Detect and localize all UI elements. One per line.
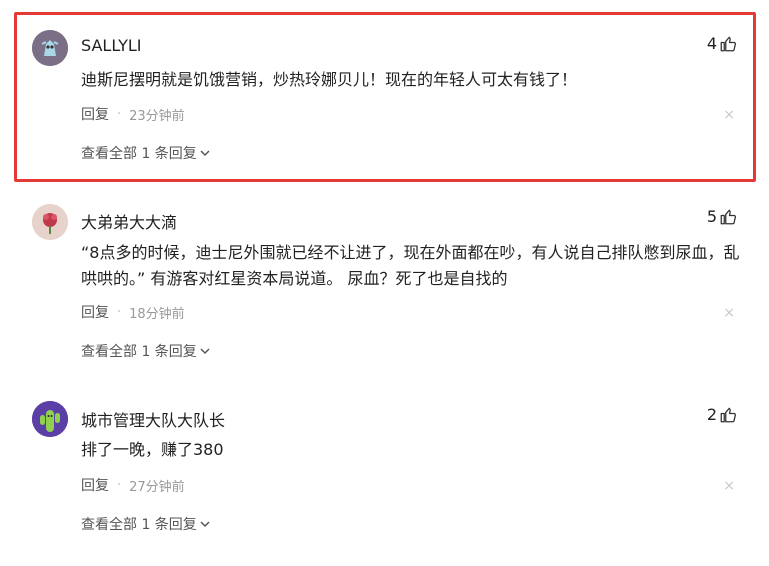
thumbs-up-icon [720,36,737,51]
like-button[interactable]: 5 [707,207,737,226]
comment-text: 迪斯尼摆明就是饥饿营销，炒热玲娜贝儿！现在的年轻人可太有钱了！ [81,70,578,89]
timestamp: 23分钟前 [129,108,185,124]
view-all-label: 查看全部 1 条回复 [81,517,197,533]
username[interactable]: 城市管理大队大队长 [81,407,225,431]
reply-button[interactable]: 回复 [81,104,109,124]
comment-meta: 回复 · 27分钟前 [81,475,185,495]
separator-dot: · [117,106,122,122]
avatar-image [32,401,68,437]
chevron-down-icon [200,521,210,528]
avatar[interactable] [32,30,68,66]
close-icon[interactable]: × [723,479,735,493]
reply-button[interactable]: 回复 [81,302,109,322]
timestamp: 18分钟前 [129,306,185,322]
username[interactable]: 大弟弟大大滴 [81,209,177,233]
timestamp: 27分钟前 [129,479,185,495]
like-count: 5 [706,207,717,226]
separator-dot: · [117,477,122,493]
like-button[interactable]: 4 [707,34,737,53]
view-all-label: 查看全部 1 条回复 [81,344,197,360]
comment-meta: 回复 · 23分钟前 [81,104,185,124]
like-button[interactable]: 2 [707,405,737,424]
thumbs-up-icon [720,209,737,224]
avatar[interactable] [32,204,68,240]
reply-button[interactable]: 回复 [81,475,109,495]
separator-dot: · [117,304,122,320]
like-count: 4 [706,34,717,53]
view-all-replies-button[interactable]: 查看全部 1 条回复 [81,341,211,361]
view-all-replies-button[interactable]: 查看全部 1 条回复 [81,143,211,163]
comment-text: “8点多的时候，迪士尼外围就已经不让进了，现在外面都在吵，有人说自己排队憋到尿血… [81,243,740,288]
close-icon[interactable]: × [723,306,735,320]
username[interactable]: SALLYLI [81,36,142,55]
comment-text: 排了一晚，赚了380 [81,440,224,459]
close-icon[interactable]: × [723,108,735,122]
view-all-label: 查看全部 1 条回复 [81,146,197,162]
view-all-replies-button[interactable]: 查看全部 1 条回复 [81,514,211,534]
avatar[interactable] [32,401,68,437]
avatar-image [32,204,68,240]
comment-meta: 回复 · 18分钟前 [81,302,185,322]
avatar-image [32,30,68,66]
chevron-down-icon [200,348,210,355]
like-count: 2 [706,405,717,424]
thumbs-up-icon [720,407,737,422]
chevron-down-icon [200,150,210,157]
